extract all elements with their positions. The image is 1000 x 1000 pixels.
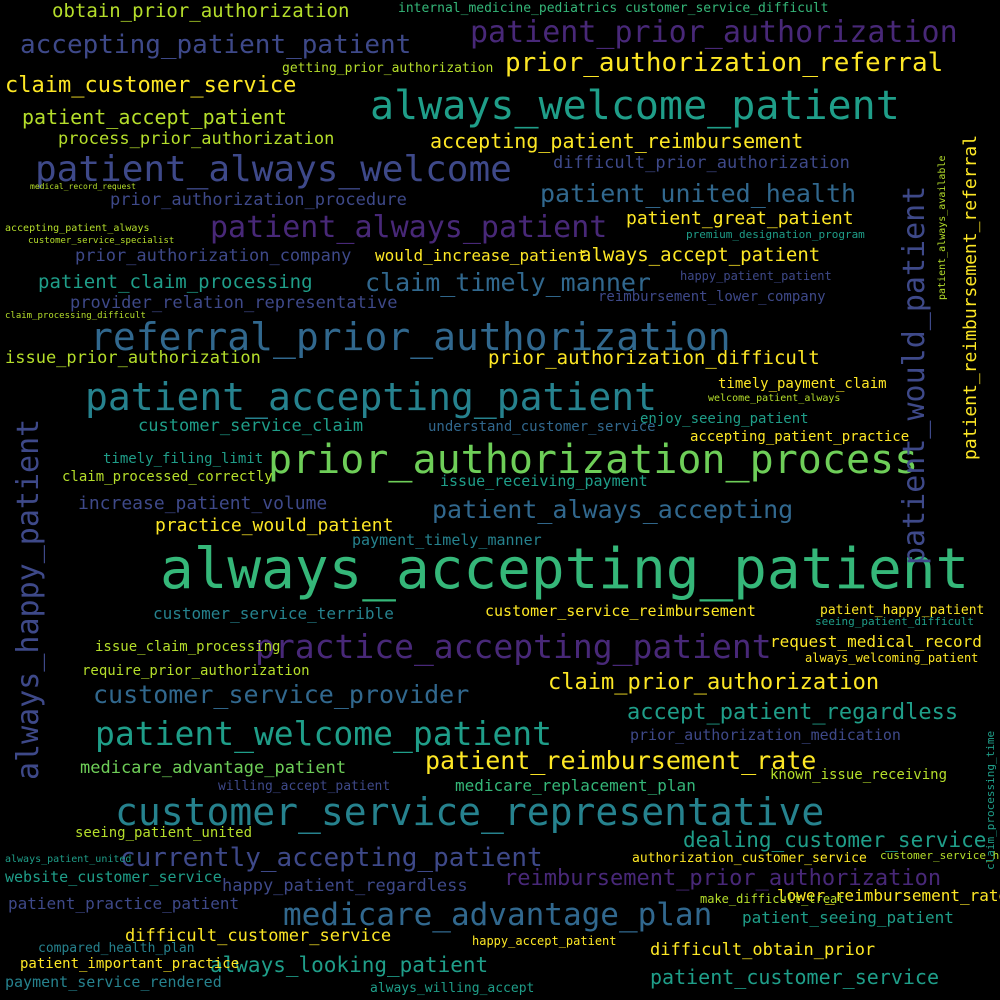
cloud-word: patient_united_health [540,179,857,208]
cloud-word: claim_processing_difficult [5,311,146,321]
cloud-word: prior_authorization_referral [505,48,944,78]
cloud-word: prior_authorization_procedure [110,190,407,210]
cloud-word: enjoy_seeing_patient [640,411,809,427]
cloud-word: always_welcoming_patient [805,651,979,665]
cloud-word: issue_claim_processing [95,639,281,655]
cloud-word: getting_prior_authorization [282,61,494,76]
cloud-word: always_patient_united [5,854,132,865]
cloud-word: make_difficult_treat [700,892,845,906]
cloud-word: compared_health_plan [38,941,195,956]
cloud-word: website_customer_service [5,868,222,886]
cloud-word: happy_accept_patient [472,934,617,948]
cloud-word: patient_important_practice [20,956,240,972]
cloud-word: patient_seeing_patient [742,908,954,927]
cloud-word: internal_medicine_pediatrics [398,1,618,16]
cloud-word: difficult_prior_authorization [553,153,850,173]
cloud-word: obtain_prior_authorization [52,0,350,22]
cloud-word: patient_always_patient [210,210,608,245]
cloud-word: claim_processed_correctly [62,469,273,485]
cloud-word: provider_relation_representative [70,293,398,313]
cloud-word: prior_authorization_company [75,246,352,266]
cloud-word: issue_prior_authorization [5,348,261,368]
cloud-word: known_issue_receiving [770,767,948,783]
cloud-word: patient_always_available [937,155,948,301]
cloud-word: timely_payment_claim [718,376,887,392]
cloud-word: patient_customer_service [650,965,939,989]
cloud-word: customer_service_reimbursement [485,602,756,620]
cloud-word: customer_service_provider [93,680,470,709]
cloud-word: authorization_customer_service [632,851,867,866]
cloud-word: willing_accept_patient [218,779,391,794]
cloud-word: prior_authorization_difficult [488,347,820,369]
cloud-word: always_accept_patient [580,244,821,266]
cloud-word: accept_patient_regardless [627,700,959,725]
cloud-word: reimbursement_lower_company [598,289,826,305]
cloud-word: customer_service_helpful [880,849,1000,862]
cloud-word: patient_accepting_patient [85,375,657,419]
cloud-word: always_looking_patient [210,953,489,977]
cloud-word: issue_receiving_payment [440,472,648,490]
cloud-word: prior_authorization_medication [630,726,901,744]
word-cloud: always_accepting_patient customer_service… [0,0,1000,1000]
cloud-word: customer_service_specialist [28,236,175,246]
cloud-word: understand_customer_service [428,419,656,435]
cloud-word: claim_prior_authorization [548,670,880,695]
cloud-word: process_prior_authorization [58,129,335,149]
cloud-word: patient_accept_patient [22,105,287,129]
cloud-word: customer_service_terrible [153,604,394,623]
cloud-word: accepting_patient_reimbursement [430,129,804,153]
cloud-word: patient_practice_patient [8,894,240,913]
cloud-word: accepting_patient_practice [690,429,910,445]
cloud-word: payment_timely_manner [352,531,542,549]
cloud-word: always_happy_patient [11,418,46,780]
cloud-word: claim_processing_time [984,730,997,870]
cloud-word: patient_reimbursement_referral [960,134,981,460]
cloud-word: happy_patient_regardless [222,876,468,896]
cloud-word: timely_filing_limit [103,451,264,467]
cloud-word: increase_patient_volume [78,493,328,514]
cloud-word: medicare_replacement_plan [455,776,696,795]
cloud-word: premium_designation_program [686,228,865,241]
cloud-word: patient_prior_authorization [470,15,958,50]
cloud-word: patient_always_accepting [432,495,794,524]
cloud-word: always_welcome_patient [370,83,900,129]
cloud-word: welcome_patient_always [708,393,841,404]
cloud-word: customer_service_claim [138,416,364,436]
cloud-word: customer_service_difficult [625,1,829,16]
cloud-word: medical_record_request [30,182,136,191]
cloud-word: require_prior_authorization [82,663,310,679]
cloud-word: patient_claim_processing [38,271,313,293]
cloud-word: seeing_patient_difficult [815,615,974,628]
cloud-word: seeing_patient_united [75,825,253,841]
cloud-word: dealing_customer_service [683,828,987,852]
cloud-word: patient_would_patient [897,185,932,565]
cloud-word: difficult_obtain_prior [650,940,876,960]
cloud-word: happy_patient_patient [680,269,832,283]
cloud-word: medicare_advantage_patient [80,758,347,778]
cloud-word: always_willing_accept [370,981,535,996]
cloud-word: always_accepting_patient [160,537,970,602]
cloud-word: practice_accepting_patient [255,627,772,666]
cloud-word: accepting_patient_always [5,223,150,234]
cloud-word: request_medical_record [770,632,982,651]
cloud-word: payment_service_rendered [5,973,222,991]
cloud-word: patient_reimbursement_rate [425,746,817,775]
cloud-word: patient_great_patient [626,208,854,229]
cloud-word: accepting_patient_patient [20,30,412,60]
cloud-word: claim_customer_service [5,73,297,98]
cloud-word: would_increase_patient [375,246,587,265]
